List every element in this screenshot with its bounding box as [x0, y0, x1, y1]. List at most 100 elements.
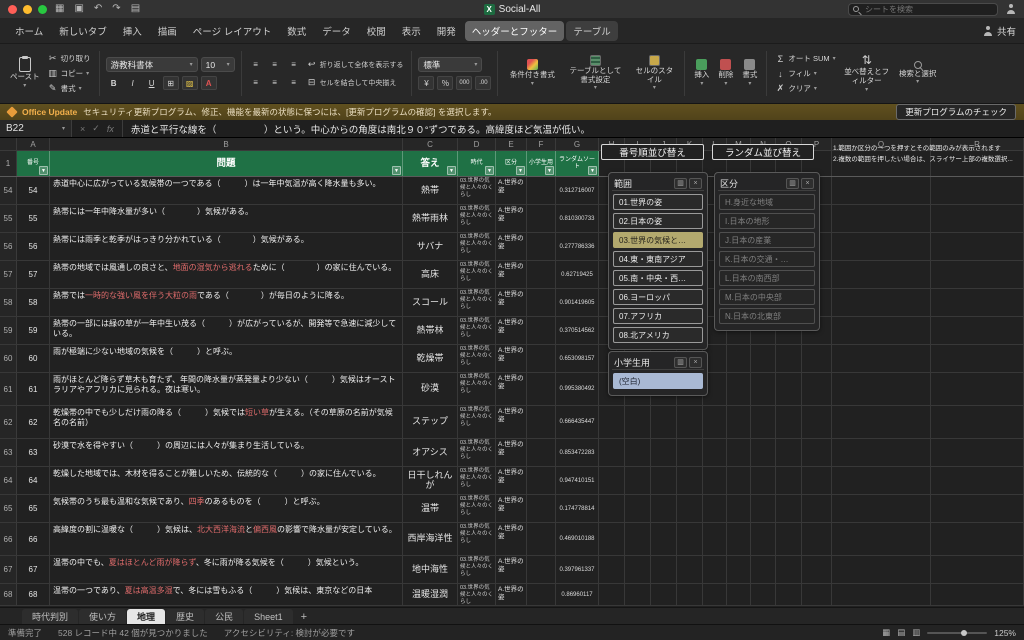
view-normal-icon[interactable]: ▦	[882, 627, 890, 638]
column-header-A[interactable]: A	[17, 138, 50, 150]
cell-elementary[interactable]	[527, 177, 556, 204]
cell-category[interactable]: A.世界の姿	[496, 177, 527, 204]
cell-era[interactable]: 03.世界の気候と人々のくらし	[458, 495, 496, 522]
row-header-65[interactable]: 65	[0, 495, 17, 522]
cell-category[interactable]: A.世界の姿	[496, 289, 527, 316]
cell-random-sort[interactable]: 0.397961337	[556, 556, 599, 583]
slicer-range[interactable]: 範囲▥×01.世界の姿02.日本の姿03.世界の気候と…04.東・東南アジア05…	[608, 172, 708, 350]
clear-filter-icon[interactable]: ×	[801, 178, 814, 189]
tab-table[interactable]: テーブル	[566, 21, 617, 41]
cell-number[interactable]: 65	[17, 495, 50, 522]
cell-answer[interactable]: オアシス	[403, 439, 458, 466]
filter-icon[interactable]: ▼	[447, 166, 456, 175]
minimize-window-button[interactable]	[23, 5, 32, 14]
sheet-tab-tsukaikata[interactable]: 使い方	[79, 609, 126, 624]
cell-answer[interactable]: 乾燥帯	[403, 345, 458, 372]
underline-button[interactable]: U	[144, 76, 160, 90]
column-header-G[interactable]: G	[556, 138, 599, 150]
empty-cell[interactable]	[931, 205, 1024, 232]
cell-number[interactable]: 66	[17, 523, 50, 555]
confirm-entry-icon[interactable]: ✓	[92, 123, 100, 134]
empty-cell[interactable]	[677, 467, 703, 494]
empty-cell[interactable]	[599, 406, 625, 438]
cell-category[interactable]: A.世界の姿	[496, 467, 527, 494]
slicer-item[interactable]: M.日本の中央部	[719, 289, 815, 305]
cell-era[interactable]: 03.世界の気候と人々のくらし	[458, 467, 496, 494]
empty-cell[interactable]	[727, 345, 751, 372]
cell-category[interactable]: A.世界の姿	[496, 345, 527, 372]
filter-icon[interactable]: ▼	[485, 166, 494, 175]
empty-cell[interactable]	[625, 584, 651, 605]
find-select-button[interactable]: 検索と選択▾	[896, 48, 940, 99]
cell-random-sort[interactable]: 0.653098157	[556, 345, 599, 372]
empty-cell[interactable]	[832, 556, 931, 583]
cell-number[interactable]: 61	[17, 373, 50, 405]
decimal-button[interactable]: .00	[475, 76, 491, 90]
fill-color-button[interactable]: ▨	[182, 76, 198, 90]
status-accessibility[interactable]: アクセシビリティ: 検討が必要です	[224, 627, 355, 639]
cell-era[interactable]: 03.世界の気候と人々のくらし	[458, 373, 496, 405]
cell-era[interactable]: 03.世界の気候と人々のくらし	[458, 439, 496, 466]
cell-category[interactable]: A.世界の姿	[496, 233, 527, 260]
tab-view[interactable]: 表示	[395, 21, 428, 41]
currency-format-button[interactable]: ¥	[418, 76, 434, 90]
slicer-item[interactable]: N.日本の北東部	[719, 308, 815, 324]
row-header-61[interactable]: 61	[0, 373, 17, 405]
empty-cell[interactable]	[931, 261, 1024, 288]
slicer-category[interactable]: 区分▥×H.身近な地域I.日本の地形J.日本の産業K.日本の交通・…L.日本の南…	[714, 172, 820, 331]
cell-era[interactable]: 03.世界の気候と人々のくらし	[458, 233, 496, 260]
number-format-select[interactable]: 標準▾	[418, 57, 482, 72]
slicer-item[interactable]: 04.東・東南アジア	[613, 251, 703, 267]
cell-answer[interactable]: スコール	[403, 289, 458, 316]
cell-elementary[interactable]	[527, 289, 556, 316]
tab-home[interactable]: ホーム	[8, 21, 50, 41]
cell-random-sort[interactable]: 0.86960117	[556, 584, 599, 605]
row-header-68[interactable]: 68	[0, 584, 17, 605]
empty-cell[interactable]	[651, 467, 677, 494]
cell-number[interactable]: 54	[17, 177, 50, 204]
cell-category[interactable]: A.世界の姿	[496, 317, 527, 344]
slicer-item[interactable]: 05.南・中央・西…	[613, 270, 703, 286]
empty-cell[interactable]	[677, 523, 703, 555]
cell-number[interactable]: 58	[17, 289, 50, 316]
align-middle-icon[interactable]: ≡	[267, 58, 283, 72]
cell-number[interactable]: 68	[17, 584, 50, 605]
empty-cell[interactable]	[931, 467, 1024, 494]
select-all-corner[interactable]	[0, 138, 17, 150]
cell-random-sort[interactable]: 0.901419605	[556, 289, 599, 316]
close-window-button[interactable]	[8, 5, 17, 14]
empty-cell[interactable]	[776, 373, 802, 405]
empty-cell[interactable]	[677, 495, 703, 522]
cell-era[interactable]: 03.世界の気候と人々のくらし	[458, 556, 496, 583]
slicer-item[interactable]: (空白)	[613, 373, 703, 389]
empty-cell[interactable]	[802, 439, 832, 466]
sheet-tab-sheet1[interactable]: Sheet1	[244, 609, 293, 624]
cell-answer[interactable]: 熱帯雨林	[403, 205, 458, 232]
cell-header-question[interactable]: 問題▼	[50, 151, 403, 176]
empty-cell[interactable]	[931, 439, 1024, 466]
empty-cell[interactable]	[776, 556, 802, 583]
comma-format-button[interactable]: 000	[456, 76, 472, 90]
multiselect-icon[interactable]: ▥	[674, 357, 687, 368]
add-sheet-button[interactable]: +	[294, 609, 314, 624]
cell-random-sort[interactable]: 0.370514562	[556, 317, 599, 344]
cell-random-sort[interactable]: 0.62719425	[556, 261, 599, 288]
empty-cell[interactable]	[727, 373, 751, 405]
cell-answer[interactable]: 砂漠	[403, 373, 458, 405]
empty-cell[interactable]	[931, 523, 1024, 555]
cell-answer[interactable]: ステップ	[403, 406, 458, 438]
cell-category[interactable]: A.世界の姿	[496, 523, 527, 555]
row-header-57[interactable]: 57	[0, 261, 17, 288]
cell-question[interactable]: 高緯度の割に温暖な（ ）気候は、北大西洋海流と偏西風の影響で降水量が安定している…	[50, 523, 403, 555]
empty-cell[interactable]	[703, 406, 727, 438]
format-painter-button[interactable]: ✎書式▾	[46, 82, 93, 95]
column-header-D[interactable]: D	[458, 138, 496, 150]
tab-insert[interactable]: 挿入	[116, 21, 149, 41]
empty-cell[interactable]	[802, 584, 832, 605]
cell-answer[interactable]: 高床	[403, 261, 458, 288]
tab-header-footer[interactable]: ヘッダーとフッター	[465, 21, 565, 41]
insert-function-icon[interactable]: fx	[107, 124, 114, 134]
empty-cell[interactable]	[703, 495, 727, 522]
empty-cell[interactable]	[751, 373, 776, 405]
empty-cell[interactable]	[931, 345, 1024, 372]
